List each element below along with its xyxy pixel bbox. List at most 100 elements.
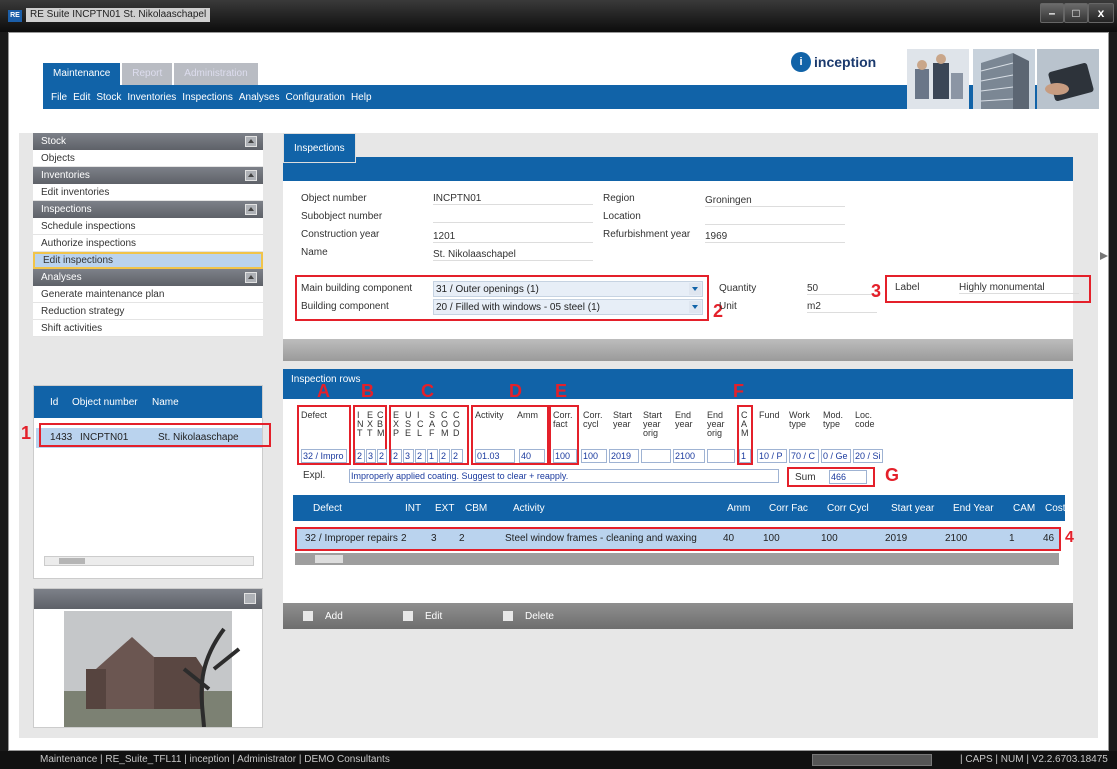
int-input[interactable]: 2: [355, 449, 365, 463]
col-id[interactable]: Id: [50, 397, 72, 408]
maximize-button[interactable]: □: [1064, 3, 1088, 23]
menu-stock[interactable]: Stock: [96, 92, 121, 103]
collapse-icon[interactable]: [245, 204, 257, 215]
nav-generate-maintenance-plan[interactable]: Generate maintenance plan: [33, 286, 263, 303]
add-button[interactable]: Add: [303, 611, 383, 622]
grid-col-cost[interactable]: Cost: [1045, 503, 1066, 514]
grid-scrollbar[interactable]: [295, 553, 1059, 565]
grid-col-int[interactable]: INT: [405, 503, 421, 514]
tab-administration[interactable]: Administration: [174, 63, 258, 85]
menu-inventories[interactable]: Inventories: [127, 92, 176, 103]
start-year-orig-input[interactable]: [641, 449, 671, 463]
main-tabs: Maintenance Report Administration: [43, 63, 260, 85]
fund-input[interactable]: 10 / P: [757, 449, 787, 463]
section-inventories[interactable]: Inventories: [33, 167, 263, 184]
cbm-input[interactable]: 2: [377, 449, 387, 463]
list-scrollbar[interactable]: [44, 556, 254, 566]
tab-report[interactable]: Report: [122, 63, 173, 85]
sum-value: 466: [829, 470, 867, 484]
activity-input[interactable]: 01.03: [475, 449, 515, 463]
sidebar-nav: Stock Objects Inventories Edit inventori…: [33, 133, 263, 337]
nav-shift-activities[interactable]: Shift activities: [33, 320, 263, 337]
expl-label: Expl.: [303, 470, 326, 481]
annotation-box-4: [295, 527, 1061, 551]
c1-input[interactable]: 2: [439, 449, 450, 463]
corr-cycl-input[interactable]: 100: [581, 449, 607, 463]
grid-col-cam[interactable]: CAM: [1013, 503, 1035, 514]
expl-input[interactable]: Improperly applied coating. Suggest to c…: [349, 469, 779, 483]
end-year-input[interactable]: 2100: [673, 449, 705, 463]
edit-button[interactable]: Edit: [403, 611, 483, 622]
delete-button[interactable]: Delete: [503, 611, 583, 622]
nav-objects[interactable]: Objects: [33, 150, 263, 167]
section-inspections-title: Inspections: [41, 204, 92, 215]
i-input[interactable]: 2: [415, 449, 426, 463]
e-input[interactable]: 2: [391, 449, 402, 463]
inspection-rows-panel: Inspection rows A B C D E F Defect I N T…: [283, 369, 1074, 624]
nav-edit-inspections[interactable]: Edit inspections: [33, 252, 263, 269]
section-analyses-title: Analyses: [41, 272, 82, 283]
work-type-input[interactable]: 70 / C: [789, 449, 819, 463]
minimize-button[interactable]: –: [1040, 3, 1064, 23]
section-inspections[interactable]: Inspections: [33, 201, 263, 218]
inspections-tabstrip: Inspections: [283, 133, 1073, 183]
col-corr-cycl: Corr. cycl: [583, 410, 603, 429]
menu-edit[interactable]: Edit: [73, 92, 90, 103]
collapse-icon[interactable]: [244, 593, 256, 604]
menu-configuration[interactable]: Configuration: [285, 92, 344, 103]
menu-inspections[interactable]: Inspections: [182, 92, 233, 103]
s-input[interactable]: 1: [427, 449, 438, 463]
start-year-input[interactable]: 2019: [609, 449, 639, 463]
header-photo-building: [973, 49, 1035, 109]
collapse-icon[interactable]: [245, 272, 257, 283]
grid-col-activity[interactable]: Activity: [513, 503, 545, 514]
annotation-A: A: [317, 381, 330, 401]
col-e: E X P: [393, 410, 400, 438]
nav-reduction-strategy[interactable]: Reduction strategy: [33, 303, 263, 320]
list-scroll-thumb[interactable]: [59, 558, 85, 564]
name-label: Name: [301, 247, 328, 258]
nav-authorize-inspections[interactable]: Authorize inspections: [33, 235, 263, 252]
grid-col-end-year[interactable]: End Year: [953, 503, 994, 514]
tab-maintenance[interactable]: Maintenance: [43, 63, 121, 85]
col-i: I C L: [417, 410, 424, 438]
tab-inspections[interactable]: Inspections: [283, 133, 356, 163]
section-stock[interactable]: Stock: [33, 133, 263, 150]
collapse-icon[interactable]: [245, 170, 257, 181]
grid-scroll-thumb[interactable]: [315, 555, 343, 563]
u-input[interactable]: 3: [403, 449, 414, 463]
section-analyses[interactable]: Analyses: [33, 269, 263, 286]
grid-col-start-year[interactable]: Start year: [891, 503, 934, 514]
menu-file[interactable]: File: [51, 92, 67, 103]
window-title: RE Suite INCPTN01 St. Nikolaaschapel: [26, 8, 211, 22]
col-s: S A F: [429, 410, 436, 438]
loc-code-input[interactable]: 20 / Si: [853, 449, 883, 463]
col-start-year: Start year: [613, 410, 633, 429]
delete-label: Delete: [525, 610, 554, 622]
menu-help[interactable]: Help: [351, 92, 372, 103]
end-year-orig-input[interactable]: [707, 449, 735, 463]
collapse-right-icon[interactable]: [1099, 251, 1109, 261]
grid-col-defect[interactable]: Defect: [313, 503, 342, 514]
cam-input[interactable]: 1: [739, 449, 751, 463]
nav-edit-inventories[interactable]: Edit inventories: [33, 184, 263, 201]
annotation-F: F: [733, 381, 744, 401]
defect-input[interactable]: 32 / Impro: [301, 449, 347, 463]
col-object-number[interactable]: Object number: [72, 397, 152, 408]
grid-col-amm[interactable]: Amm: [727, 503, 750, 514]
mod-type-input[interactable]: 0 / Ge: [821, 449, 851, 463]
grid-col-corr-fac[interactable]: Corr Fac: [769, 503, 808, 514]
location-value: [705, 213, 845, 225]
amm-input[interactable]: 40: [519, 449, 545, 463]
close-button[interactable]: x: [1088, 3, 1114, 23]
grid-col-corr-cycl[interactable]: Corr Cycl: [827, 503, 869, 514]
grid-col-cbm[interactable]: CBM: [465, 503, 487, 514]
menu-analyses[interactable]: Analyses: [239, 92, 280, 103]
c2-input[interactable]: 2: [451, 449, 463, 463]
col-name[interactable]: Name: [152, 397, 179, 408]
grid-col-ext[interactable]: EXT: [435, 503, 454, 514]
corr-fact-input[interactable]: 100: [553, 449, 577, 463]
ext-input[interactable]: 3: [366, 449, 376, 463]
collapse-icon[interactable]: [245, 136, 257, 147]
nav-schedule-inspections[interactable]: Schedule inspections: [33, 218, 263, 235]
